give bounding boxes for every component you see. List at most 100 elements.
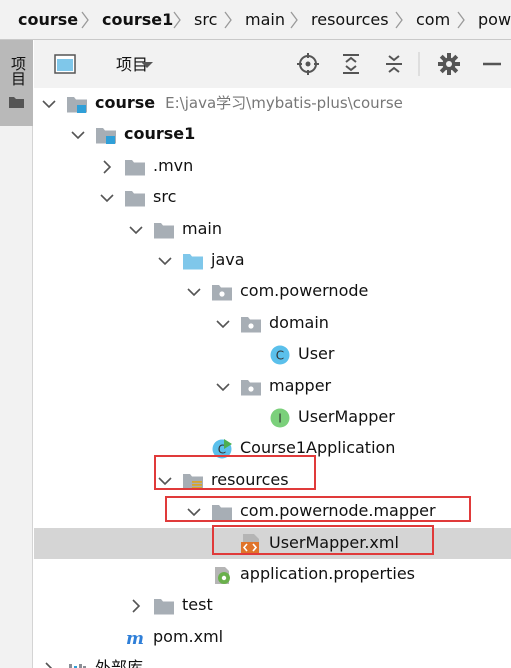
chevron-down-icon[interactable] [128, 222, 144, 238]
breadcrumb-item[interactable]: resources [311, 9, 389, 31]
maven-file-icon: m [126, 629, 144, 649]
locate-icon[interactable] [297, 53, 319, 75]
highlight-xml [212, 525, 434, 555]
hide-icon[interactable] [481, 53, 503, 75]
chevron-down-icon[interactable] [99, 190, 115, 206]
tree-item-name: domain [269, 313, 329, 332]
tree-item[interactable]: C User [34, 339, 511, 370]
chevron-right-icon[interactable] [41, 661, 57, 668]
tree-item-label: User [298, 344, 334, 364]
chevron-down-icon[interactable] [41, 96, 57, 112]
svg-text:m: m [126, 629, 144, 649]
module-path: E:\java学习\mybatis-plus\course [165, 94, 403, 112]
tree-item[interactable]: application.properties [34, 559, 511, 590]
breadcrumb-item[interactable]: src [194, 9, 217, 31]
tree-item-label: pom.xml [153, 627, 223, 647]
chevron-down-icon[interactable] [70, 127, 86, 143]
separator [418, 52, 420, 76]
chevron-right-icon [224, 11, 232, 29]
tree-item-label: course1 [124, 124, 195, 144]
libraries-icon [69, 664, 86, 668]
folder-icon [9, 97, 24, 108]
source-folder-icon [183, 254, 203, 270]
breadcrumb-item[interactable]: main [245, 9, 285, 31]
chevron-right-icon [81, 11, 89, 29]
project-view-icon[interactable] [54, 54, 76, 74]
tree-item[interactable]: I UserMapper [34, 402, 511, 433]
chevron-right-icon [395, 11, 403, 29]
tree-item-label: java [211, 250, 245, 270]
tree-item-name: 外部库 [95, 658, 144, 668]
dropdown-arrow-icon[interactable] [140, 60, 154, 70]
tree-item-label: UserMapper [298, 407, 395, 427]
tree-item-name: application.properties [240, 564, 415, 583]
project-tree[interactable]: course E:\java学习\mybatis-plus\course cours… [34, 88, 511, 668]
breadcrumb-item[interactable]: com [416, 9, 450, 31]
tree-item-label: course E:\java学习\mybatis-plus\course [95, 93, 403, 113]
package-icon [241, 317, 261, 333]
tree-item[interactable]: course1 [34, 119, 511, 150]
folder-icon [154, 223, 174, 239]
tree-item-name: course1 [124, 124, 196, 143]
tree-item[interactable]: com.powernode [34, 276, 511, 307]
chevron-right-icon [457, 11, 465, 29]
expand-all-icon[interactable] [340, 53, 362, 75]
folder-icon [154, 599, 174, 615]
chevron-right-icon [173, 11, 181, 29]
chevron-down-icon[interactable] [186, 284, 202, 300]
tree-item-label: test [182, 595, 213, 615]
tree-item-name: User [298, 344, 335, 363]
tree-item-name: src [153, 187, 177, 206]
tree-item-name: course [95, 93, 156, 112]
highlight-package [165, 496, 471, 522]
tree-item-name: java [211, 250, 245, 269]
chevron-down-icon[interactable] [215, 316, 231, 332]
tree-item-label: application.properties [240, 564, 415, 584]
tree-item-label: com.powernode [240, 281, 368, 301]
breadcrumb: course course1 src main resources com pow [0, 0, 511, 40]
folder-icon [125, 191, 145, 207]
package-icon [241, 380, 261, 396]
tree-item[interactable]: test [34, 590, 511, 621]
tree-item-name: main [182, 219, 222, 238]
project-tool-tab-label[interactable]: 项目 [7, 56, 27, 86]
tree-item[interactable]: mapper [34, 371, 511, 402]
class-icon: C [270, 345, 290, 365]
tree-item-label: domain [269, 313, 329, 333]
breadcrumb-item[interactable]: pow [478, 9, 511, 31]
tree-item-name: mapper [269, 376, 332, 395]
tree-item[interactable]: .mvn [34, 151, 511, 182]
tree-item[interactable]: m pom.xml [34, 622, 511, 653]
tree-item-label: src [153, 187, 176, 207]
tree-item-name: pom.xml [153, 627, 224, 646]
interface-icon: I [270, 408, 290, 428]
gear-icon[interactable] [438, 53, 460, 75]
tree-item-name: com.powernode [240, 281, 369, 300]
collapse-all-icon[interactable] [383, 53, 405, 75]
tree-item[interactable]: java [34, 245, 511, 276]
tree-item-label: mapper [269, 376, 331, 396]
chevron-down-icon[interactable] [157, 253, 173, 269]
tree-item[interactable]: domain [34, 308, 511, 339]
tree-item-name: .mvn [153, 156, 194, 175]
tree-item-label: 外部库 [95, 658, 143, 668]
tree-item-name: test [182, 595, 213, 614]
chevron-right-icon[interactable] [128, 598, 144, 614]
chevron-right-icon[interactable] [99, 159, 115, 175]
tree-item-label: .mvn [153, 156, 193, 176]
breadcrumb-item[interactable]: course1 [102, 9, 173, 31]
properties-file-icon [215, 567, 230, 584]
tree-item[interactable]: main [34, 214, 511, 245]
breadcrumb-item[interactable]: course [18, 9, 78, 31]
svg-text:I: I [278, 412, 282, 426]
chevron-down-icon[interactable] [215, 379, 231, 395]
tree-item[interactable]: src [34, 182, 511, 213]
tool-window-strip [0, 40, 33, 668]
project-view-header: 项目 [34, 40, 511, 88]
tree-item-label: main [182, 219, 222, 239]
tree-item[interactable]: 外部库 [34, 653, 511, 668]
tree-item[interactable]: course E:\java学习\mybatis-plus\course [34, 88, 511, 119]
module-folder-icon [67, 97, 87, 113]
package-icon [212, 285, 232, 301]
module-folder-icon [96, 128, 116, 144]
